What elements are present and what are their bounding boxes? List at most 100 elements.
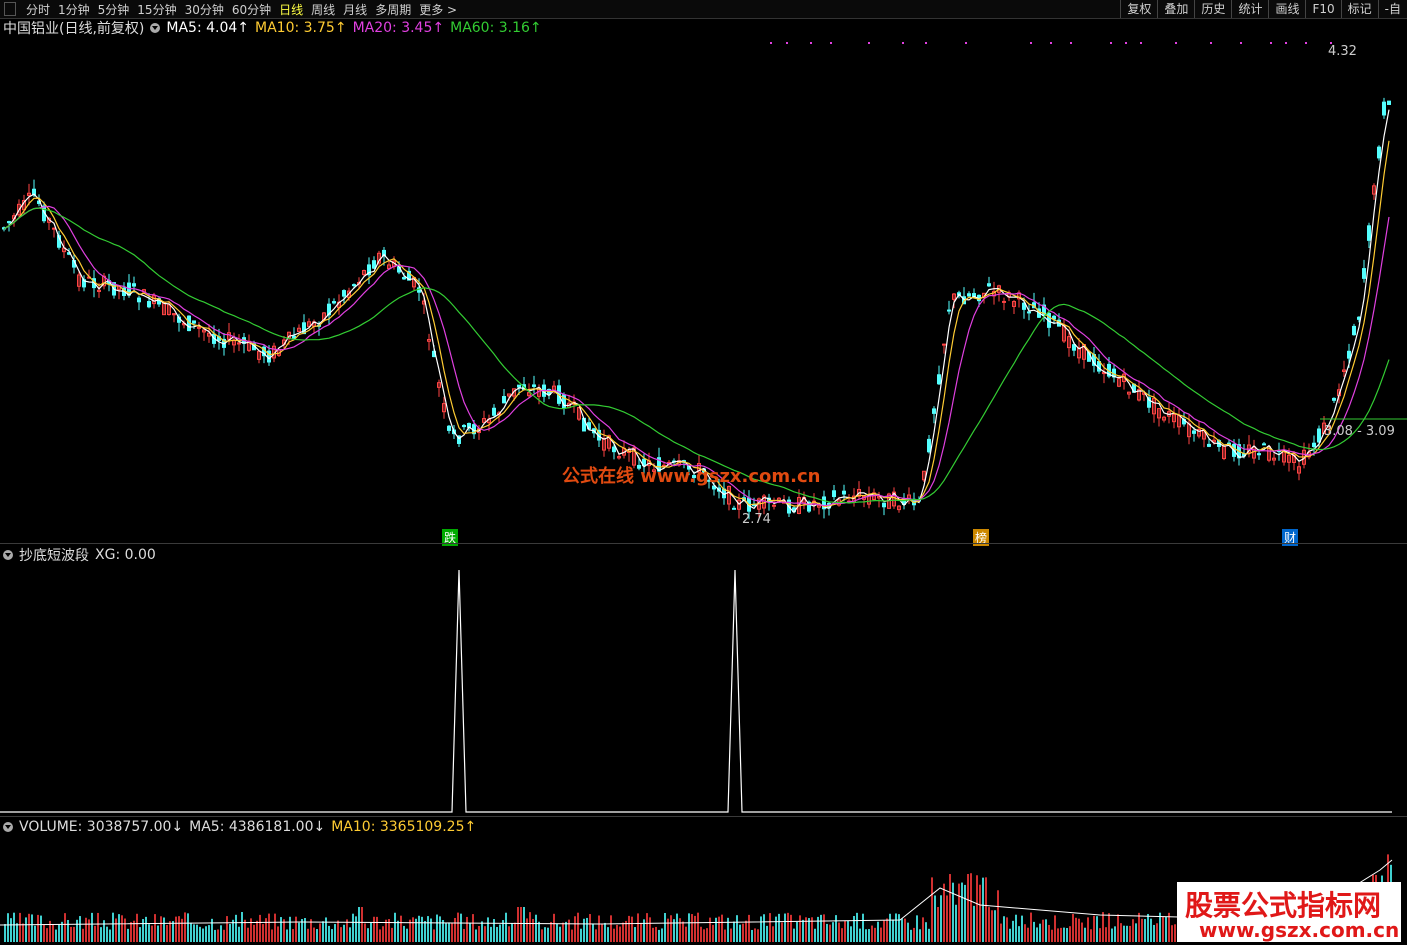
volume-bar: [424, 921, 426, 942]
signal-dot: [770, 42, 772, 44]
volume-bar: [493, 919, 495, 942]
volume-bar: [727, 917, 729, 942]
volume-bar: [985, 877, 987, 942]
volume-bar: [1165, 916, 1167, 942]
volume-bar: [226, 916, 228, 942]
volume-bar: [967, 874, 969, 942]
signal-dot: [1270, 42, 1272, 44]
indicator-name[interactable]: 抄底短波段: [19, 545, 89, 565]
volume-dropdown-icon[interactable]: [3, 822, 13, 832]
volume-bar: [223, 929, 225, 942]
panel-separator[interactable]: [0, 816, 1407, 817]
volume-bar: [97, 912, 99, 942]
volume-bar: [253, 924, 255, 942]
candle-body: [1382, 101, 1386, 116]
volume-bar: [994, 910, 996, 942]
volume-bar: [889, 913, 891, 942]
volume-bar: [499, 924, 501, 942]
volume-bar: [772, 926, 774, 942]
signal-dot: [1030, 42, 1032, 44]
volume-bar: [643, 919, 645, 942]
volume-bar: [43, 924, 45, 942]
volume-bar: [58, 924, 60, 942]
candle-body: [1312, 442, 1316, 448]
volume-bar: [586, 917, 588, 942]
volume-bar: [370, 922, 372, 942]
volume-ma5-label: MA5: 4386181.00↓: [189, 819, 326, 835]
volume-bar: [1006, 917, 1008, 942]
volume-bar: [739, 924, 741, 942]
volume-bar: [7, 913, 9, 942]
volume-bar: [331, 929, 333, 942]
volume-bar: [925, 922, 927, 942]
volume-bar: [565, 921, 567, 942]
volume-bar: [556, 923, 558, 942]
volume-bar: [1021, 915, 1023, 942]
candle-body: [1027, 311, 1031, 314]
volume-bar: [907, 922, 909, 942]
volume-bar: [793, 928, 795, 942]
volume-bar: [511, 923, 513, 942]
candle-body: [1347, 350, 1351, 359]
volume-bar: [802, 919, 804, 942]
candle-body: [1362, 268, 1366, 279]
indicator-title: 抄底短波段 XG: 0.00: [3, 545, 162, 565]
volume-bar: [121, 915, 123, 942]
volume-bar: [559, 926, 561, 942]
volume-bar: [655, 926, 657, 942]
volume-bar: [949, 874, 951, 942]
volume-bar: [1123, 925, 1125, 942]
volume-bar: [775, 916, 777, 942]
volume-bar: [904, 918, 906, 942]
volume-bar: [244, 919, 246, 942]
volume-bar: [1069, 926, 1071, 942]
volume-bar: [40, 915, 42, 942]
volume-bar: [1081, 922, 1083, 942]
volume-bar: [4, 924, 6, 942]
volume-bar: [1129, 925, 1131, 942]
volume-bar: [676, 913, 678, 942]
volume-bar: [109, 929, 111, 942]
volume-bar: [862, 913, 864, 942]
volume-bar: [1033, 921, 1035, 942]
volume-bar: [112, 912, 114, 942]
volume-bar: [1132, 919, 1134, 942]
panel-separator[interactable]: [0, 543, 1407, 544]
volume-bar: [55, 929, 57, 942]
volume-bar: [64, 913, 66, 942]
volume-bar: [895, 913, 897, 942]
volume-bar: [1087, 917, 1089, 942]
candle-body: [52, 227, 56, 230]
volume-bar: [289, 916, 291, 942]
volume-bar: [430, 918, 432, 942]
indicator-dropdown-icon[interactable]: [3, 550, 13, 560]
volume-bar: [37, 914, 39, 942]
volume-bar: [1048, 924, 1050, 942]
volume-bar: [295, 916, 297, 942]
volume-bar: [94, 925, 96, 942]
signal-dot: [810, 42, 812, 44]
volume-bar: [751, 929, 753, 942]
volume-bar: [217, 929, 219, 942]
volume-bar: [601, 924, 603, 942]
volume-bar: [628, 915, 630, 942]
volume-bar: [652, 927, 654, 942]
volume-bar: [202, 928, 204, 942]
signal-dot: [830, 42, 832, 44]
volume-bar: [1000, 923, 1002, 942]
volume-bar: [463, 928, 465, 942]
volume-bar: [1162, 916, 1164, 942]
volume-bar: [355, 916, 357, 942]
volume-bar: [1114, 926, 1116, 942]
volume-bar: [70, 926, 72, 942]
signal-dot: [1175, 42, 1177, 44]
candle-body: [1262, 443, 1266, 446]
volume-bar: [160, 916, 162, 942]
volume-bar: [403, 925, 405, 942]
candle-body: [927, 438, 931, 453]
volume-bar: [1036, 927, 1038, 942]
volume-bar: [415, 918, 417, 942]
candle-body: [842, 490, 846, 495]
volume-bar: [787, 912, 789, 942]
volume-bar: [964, 884, 966, 942]
